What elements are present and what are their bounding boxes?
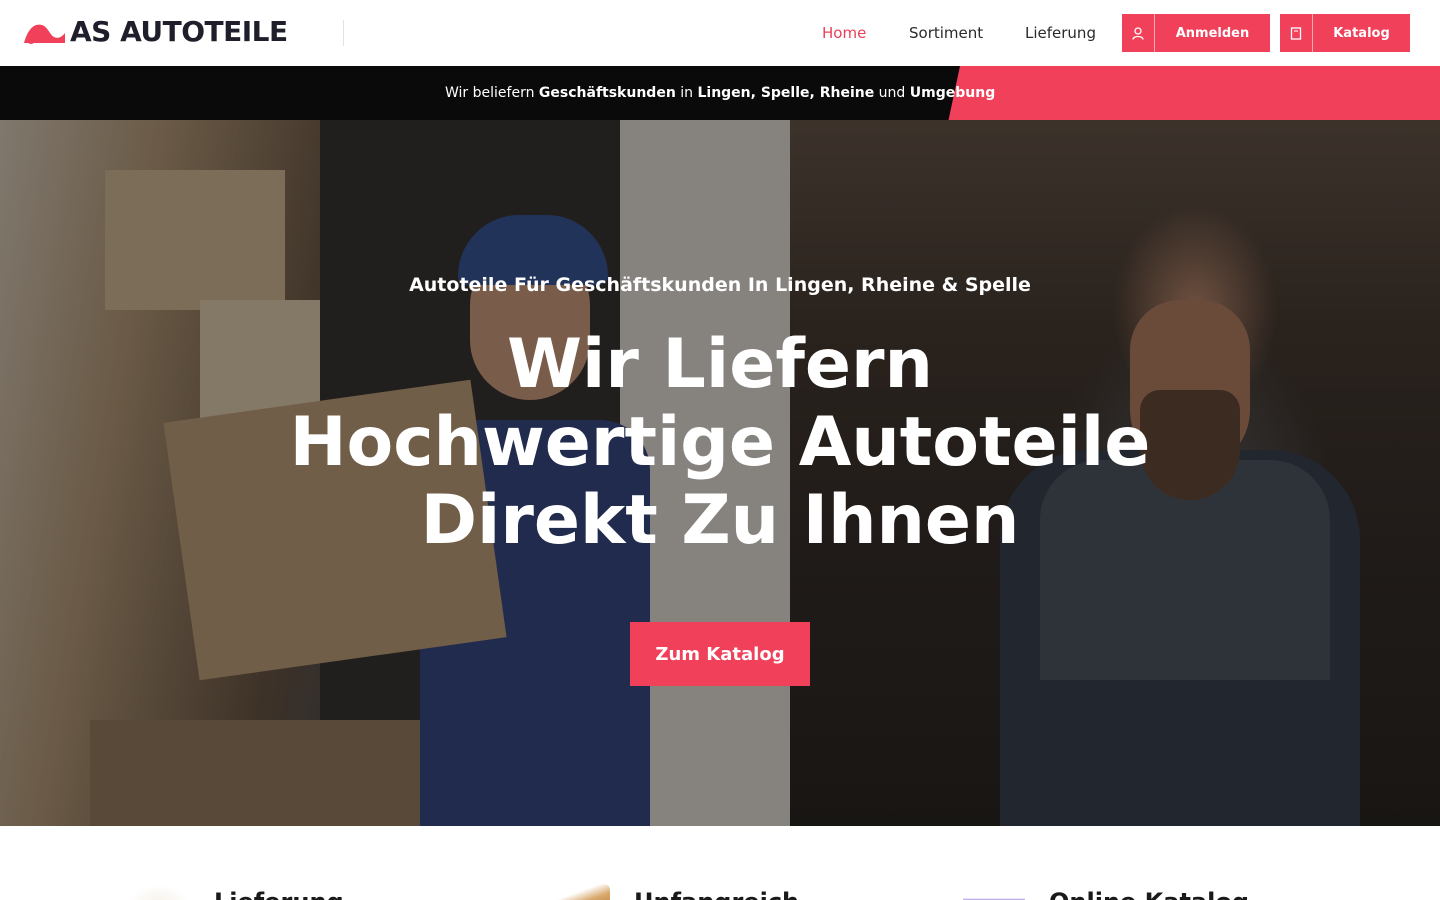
feature-item: Unfangreich: [548, 884, 799, 900]
brand-name: AS AUTOTEILE: [70, 15, 288, 48]
feature-title: Unfangreich: [634, 888, 799, 900]
brand-logo[interactable]: AS AUTOTEILE: [22, 16, 288, 48]
hero-title-line: Hochwertige Autoteile: [289, 403, 1151, 482]
hero-subtitle: Autoteile Für Geschäftskunden In Lingen,…: [409, 274, 1031, 296]
nav-item-sortiment[interactable]: Sortiment: [909, 0, 983, 66]
nav-link-lieferung[interactable]: Lieferung: [1025, 0, 1096, 66]
login-button[interactable]: Anmelden: [1122, 14, 1270, 52]
hero-title-line: Wir Liefern: [507, 325, 933, 404]
info-bar: Wir beliefern Geschäftskunden in Lingen,…: [0, 66, 1440, 120]
info-bar-accent-fill: [1000, 66, 1440, 120]
feature-item: Online Katalog: [963, 884, 1249, 900]
package-icon: [548, 884, 610, 900]
login-button-label: Anmelden: [1175, 25, 1250, 41]
car-swoosh-logo-icon: [24, 24, 65, 44]
catalog-button[interactable]: Katalog: [1280, 14, 1410, 52]
info-bar-text: Wir beliefern Geschäftskunden in Lingen,…: [445, 85, 996, 101]
feature-title: Online Katalog: [1049, 888, 1249, 900]
nav-link-home[interactable]: Home: [822, 0, 866, 66]
hero-title: Wir Liefern Hochwertige Autoteile Direkt…: [220, 326, 1220, 560]
catalog-button-label: Katalog: [1333, 25, 1390, 41]
delivery-icon: [128, 884, 190, 900]
catalog-icon: [963, 884, 1025, 900]
nav-link-sortiment[interactable]: Sortiment: [909, 0, 983, 66]
header-divider: [343, 20, 344, 46]
hero-title-line: Direkt Zu Ihnen: [420, 481, 1020, 560]
nav-item-lieferung[interactable]: Lieferung: [1025, 0, 1096, 66]
user-icon: [1122, 14, 1155, 52]
feature-item: Lieferung: [128, 884, 344, 900]
nav-item-home[interactable]: Home: [822, 0, 866, 66]
hero-section: Autoteile Für Geschäftskunden In Lingen,…: [0, 120, 1440, 826]
feature-title: Lieferung: [214, 888, 344, 900]
catalog-cta-button[interactable]: Zum Katalog: [630, 622, 810, 686]
features-section: Lieferung Unfangreich Online Katalog: [0, 826, 1440, 900]
site-header: AS AUTOTEILE Home Sortiment Lieferung An…: [0, 0, 1440, 66]
book-icon: [1280, 14, 1313, 52]
